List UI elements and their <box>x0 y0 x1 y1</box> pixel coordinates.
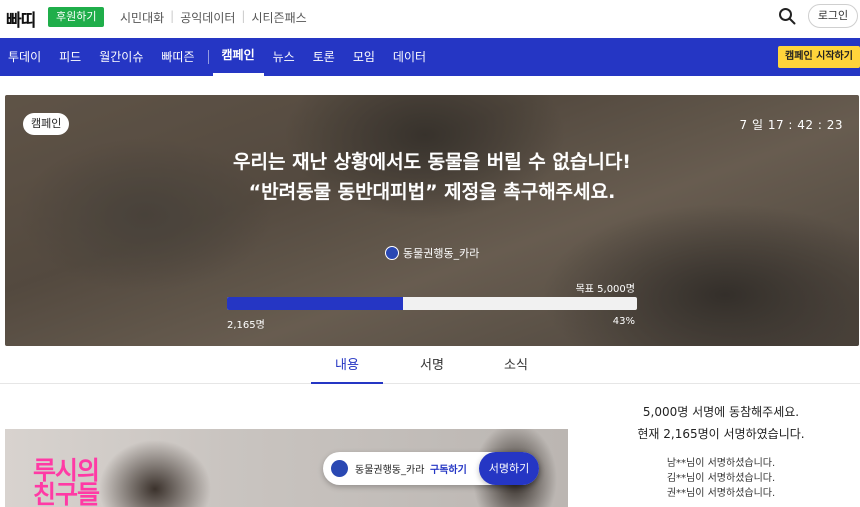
progress-fill <box>227 297 404 310</box>
signature-count: 2,165명 <box>227 320 265 331</box>
goal-label: 목표 5,000명 <box>575 284 635 295</box>
nav-item-debate[interactable]: 토론 <box>304 38 344 76</box>
signature-percent: 43% <box>612 316 635 327</box>
recent-signers-list: 남**님이 서명하셨습니다. 김**님이 서명하셨습니다. 권**님이 서명하셨… <box>590 456 852 501</box>
start-campaign-button[interactable]: 캠페인 시작하기 <box>778 46 860 68</box>
signer-item: 김**님이 서명하셨습니다. <box>666 473 776 484</box>
sign-button[interactable]: 서명하기 <box>479 452 539 485</box>
organizer-avatar <box>331 460 348 477</box>
nav-divider <box>207 50 209 64</box>
search-icon[interactable] <box>778 7 796 25</box>
organizer-avatar <box>385 246 399 260</box>
organizer-name[interactable]: 동물권행동_카라 <box>355 461 424 476</box>
nav-item-feed[interactable]: 피드 <box>50 38 90 76</box>
nav-item-today[interactable]: 투데이 <box>0 38 50 76</box>
content-image-text: 루시의 친구들 <box>33 456 100 507</box>
content-tabs: 내용 서명 소식 <box>0 350 860 384</box>
signature-current-count: 현재 2,165명이 서명하였습니다. <box>637 427 805 441</box>
campaign-badge: 캠페인 <box>23 113 70 135</box>
campaign-title: 우리는 재난 상황에서도 동물을 버릴 수 없습니다! “반려동물 동반대피법”… <box>233 151 631 203</box>
nav-item-news[interactable]: 뉴스 <box>264 38 304 76</box>
nav-item-monthly-issue[interactable]: 월간이슈 <box>90 38 152 76</box>
signature-call-to-action: 5,000명 서명에 동참해주세요. <box>642 405 800 419</box>
subscribe-button[interactable]: 구독하기 <box>430 461 467 476</box>
tab-content[interactable]: 내용 <box>311 350 383 384</box>
campaign-organizer[interactable]: 동물권행동_카라 <box>385 245 479 261</box>
top-link-civic-talk[interactable]: 시민대화 <box>114 9 170 26</box>
nav-item-campaign[interactable]: 캠페인 <box>212 38 264 76</box>
organizer-name: 동물권행동_카라 <box>403 247 480 260</box>
nav-item-partizen[interactable]: 빠띠즌 <box>152 38 203 76</box>
nav-item-meetup[interactable]: 모임 <box>344 38 384 76</box>
tab-updates[interactable]: 소식 <box>480 350 552 384</box>
signer-item: 권**님이 서명하셨습니다. <box>666 488 776 499</box>
tab-signatures[interactable]: 서명 <box>396 350 468 384</box>
login-button[interactable]: 로그인 <box>808 4 858 28</box>
top-links: 시민대화 | 공익데이터 | 시티즌패스 <box>114 9 313 26</box>
donate-button[interactable]: 후원하기 <box>48 7 105 27</box>
top-link-public-data[interactable]: 공익데이터 <box>174 9 241 26</box>
top-bar: 빠띠 후원하기 시민대화 | 공익데이터 | 시티즌패스 로그인 <box>0 0 860 36</box>
nav-item-data[interactable]: 데이터 <box>384 38 435 76</box>
signer-item: 남**님이 서명하셨습니다. <box>666 458 776 469</box>
campaign-hero: 캠페인 7 일 17 : 42 : 23 우리는 재난 상황에서도 동물을 버릴… <box>5 95 859 346</box>
signature-side-panel: 5,000명 서명에 동참해주세요. 현재 2,165명이 서명하였습니다. 남… <box>590 402 852 501</box>
signature-progress-bar <box>227 297 637 310</box>
logo[interactable]: 빠띠 <box>6 6 36 31</box>
main-nav: 투데이 피드 월간이슈 빠띠즌 캠페인 뉴스 토론 모임 데이터 캠페인 시작하… <box>0 38 860 76</box>
top-link-citizen-pass[interactable]: 시티즌패스 <box>245 9 312 26</box>
countdown-timer: 7 일 17 : 42 : 23 <box>739 118 843 132</box>
